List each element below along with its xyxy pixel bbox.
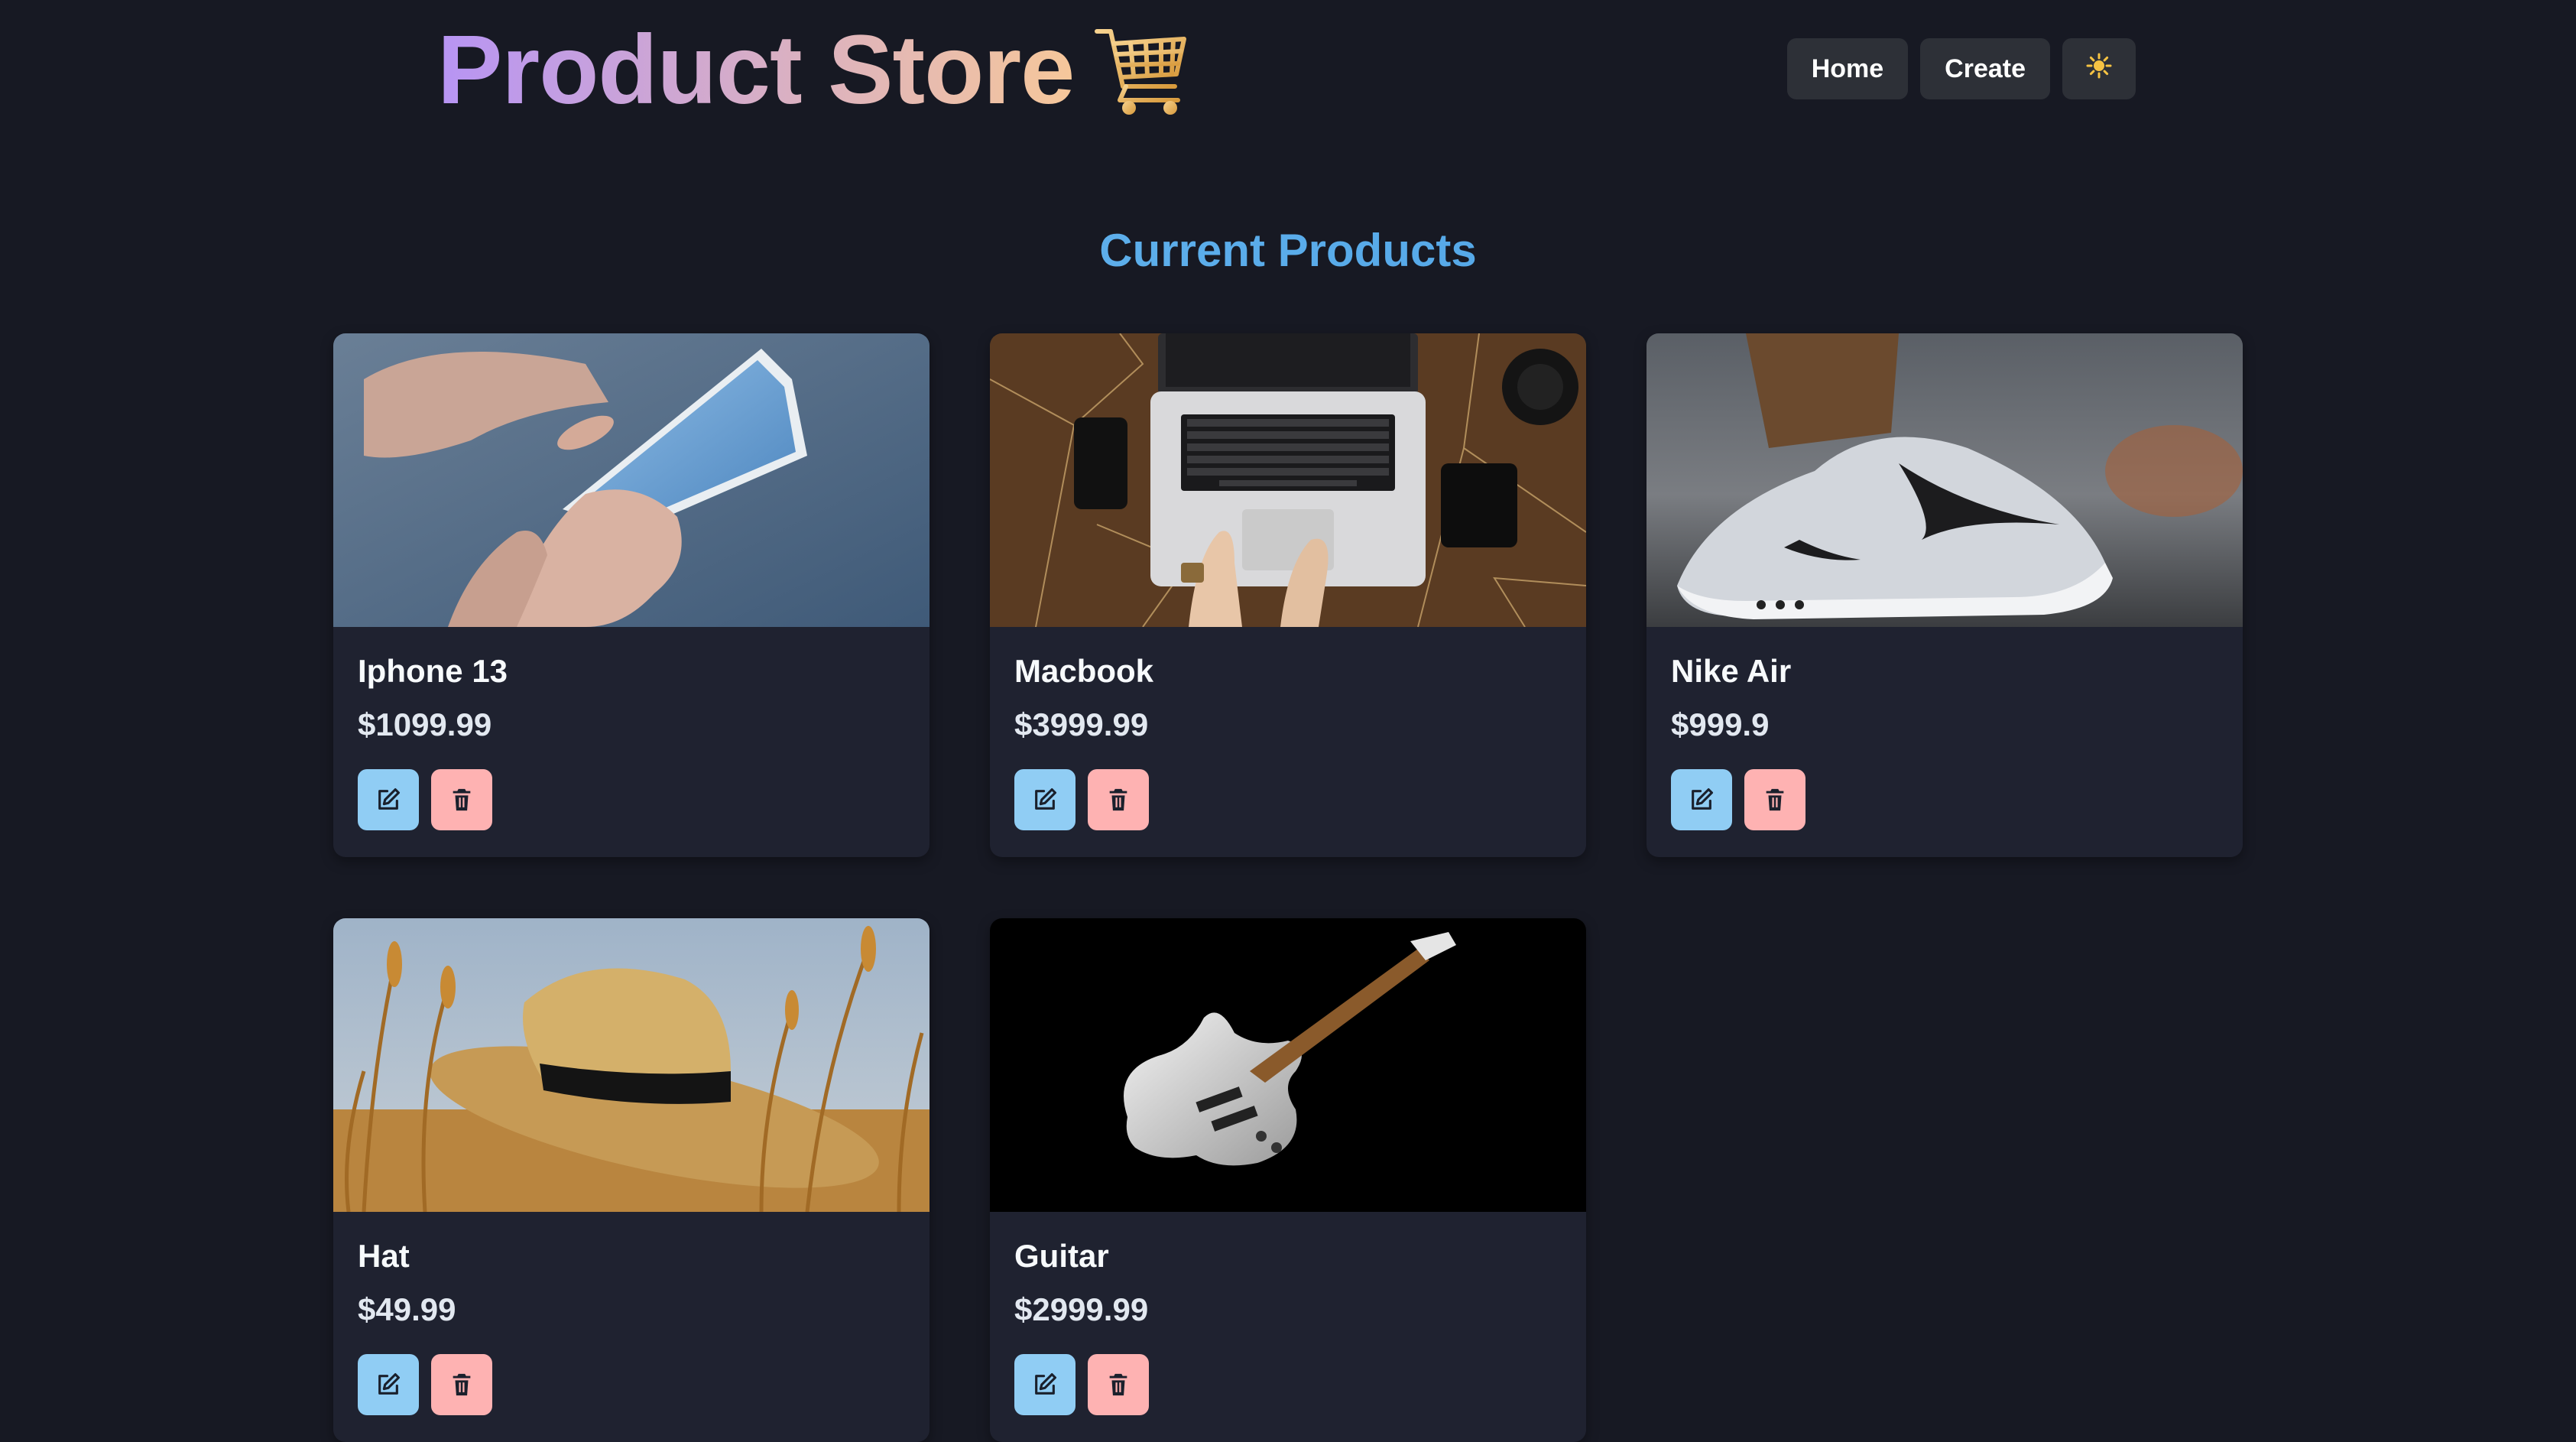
product-card: Iphone 13 $1099.99 — [333, 333, 930, 857]
product-price: $3999.99 — [1014, 706, 1149, 742]
nav-actions: Home Create — [1786, 38, 2136, 99]
edit-icon — [1689, 787, 1715, 813]
product-image — [333, 918, 930, 1212]
product-actions — [1014, 769, 1562, 830]
navbar: Product Store Home Create — [0, 0, 2576, 138]
product-name: Nike Air — [1671, 653, 1792, 689]
product-name: Hat — [358, 1238, 410, 1274]
product-actions — [358, 769, 905, 830]
delete-button[interactable] — [1088, 1354, 1149, 1415]
brand-link[interactable]: Product Store — [437, 17, 1192, 124]
page-title: Current Products — [0, 216, 2576, 285]
edit-icon — [375, 787, 401, 813]
product-actions — [358, 1354, 905, 1415]
product-image — [990, 333, 1586, 627]
product-price: $49.99 — [358, 1291, 456, 1327]
edit-button[interactable] — [1014, 769, 1075, 830]
edit-button[interactable] — [1014, 1354, 1075, 1415]
edit-button[interactable] — [358, 1354, 419, 1415]
product-image — [990, 918, 1586, 1212]
product-image — [333, 333, 930, 627]
home-button[interactable]: Home — [1786, 38, 1909, 99]
trash-icon — [449, 787, 475, 813]
edit-icon — [1032, 1372, 1058, 1398]
delete-button[interactable] — [1744, 769, 1805, 830]
trash-icon — [449, 1372, 475, 1398]
product-grid: Iphone 13 $1099.99 Macbook $3999.99 Nike… — [333, 333, 2243, 1442]
product-card: Hat $49.99 — [333, 918, 930, 1442]
product-card: Nike Air $999.9 — [1646, 333, 2243, 857]
product-price: $1099.99 — [358, 706, 492, 742]
brand-title: Product Store — [437, 15, 1075, 125]
product-image — [1646, 333, 2243, 627]
edit-button[interactable] — [1671, 769, 1732, 830]
trash-icon — [1105, 787, 1131, 813]
delete-button[interactable] — [431, 1354, 492, 1415]
edit-button[interactable] — [358, 769, 419, 830]
product-card: Macbook $3999.99 — [990, 333, 1586, 857]
theme-toggle-button[interactable] — [2062, 38, 2136, 99]
create-button[interactable]: Create — [1920, 38, 2050, 99]
delete-button[interactable] — [431, 769, 492, 830]
product-name: Guitar — [1014, 1238, 1109, 1274]
sun-icon — [2086, 53, 2112, 86]
product-actions — [1014, 1354, 1562, 1415]
delete-button[interactable] — [1088, 769, 1149, 830]
product-price: $2999.99 — [1014, 1291, 1149, 1327]
product-price: $999.9 — [1671, 706, 1770, 742]
trash-icon — [1105, 1372, 1131, 1398]
shopping-cart-icon — [1092, 21, 1192, 120]
product-card: Guitar $2999.99 — [990, 918, 1586, 1442]
edit-icon — [375, 1372, 401, 1398]
edit-icon — [1032, 787, 1058, 813]
product-name: Macbook — [1014, 653, 1154, 689]
product-name: Iphone 13 — [358, 653, 508, 689]
trash-icon — [1762, 787, 1788, 813]
product-actions — [1671, 769, 2218, 830]
